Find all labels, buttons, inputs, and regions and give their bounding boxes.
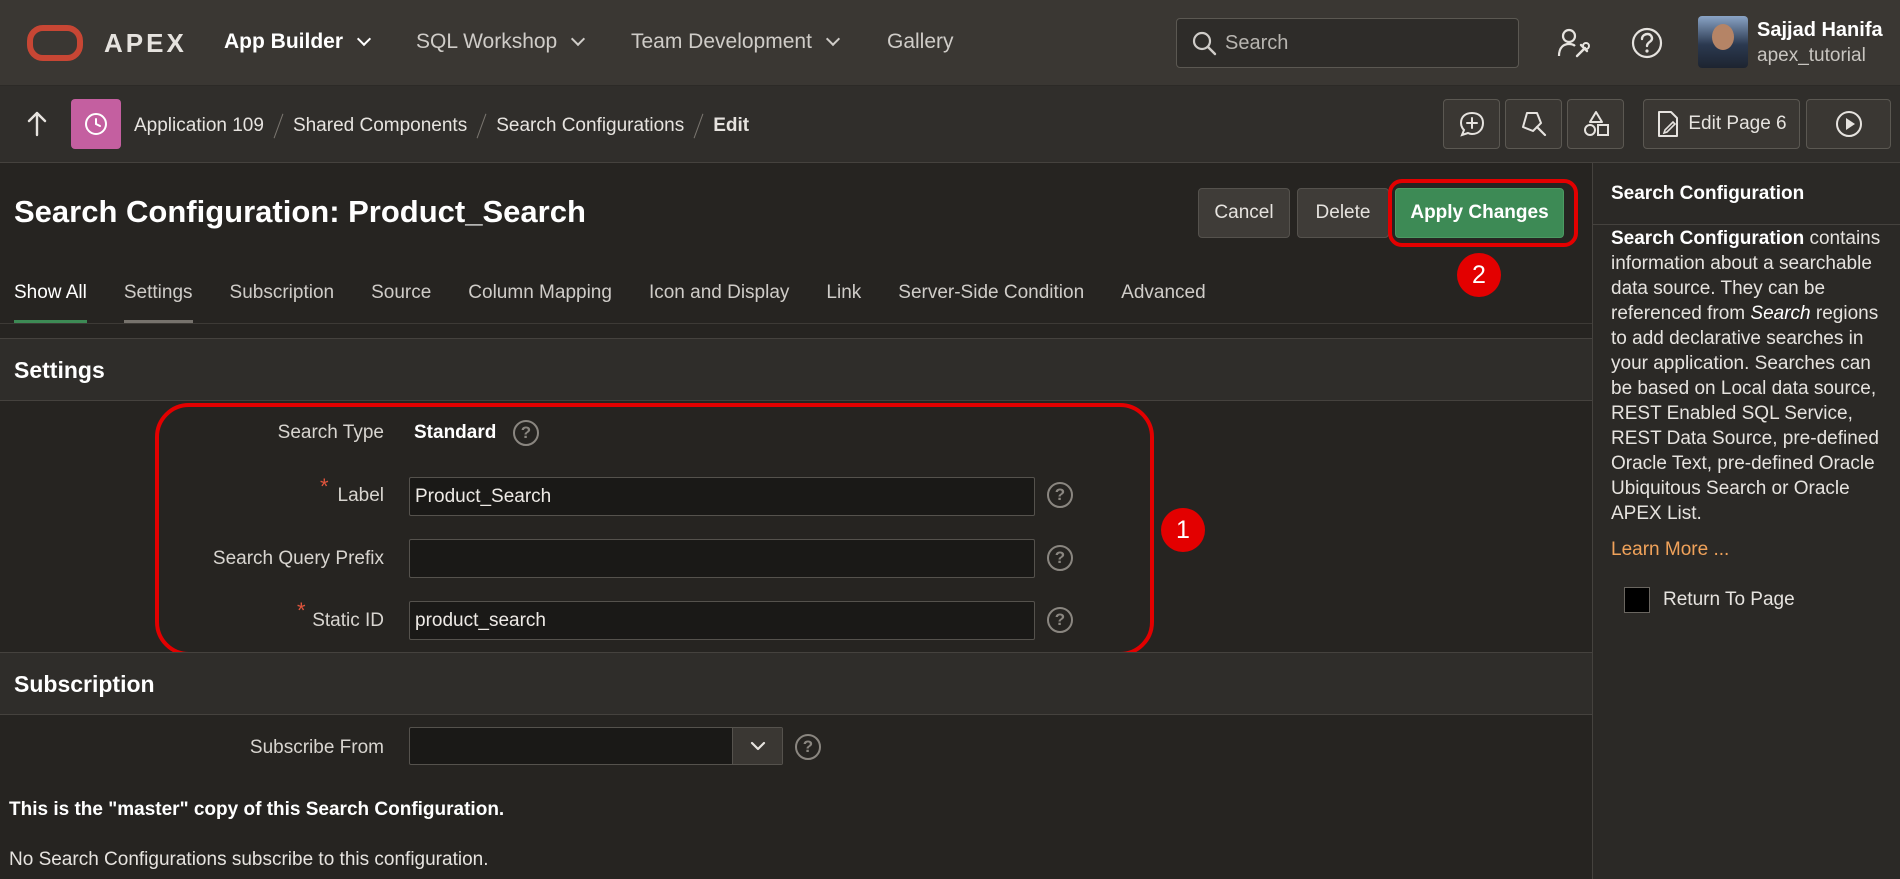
nav-team-development[interactable]: Team Development	[631, 30, 840, 54]
app-icon[interactable]	[71, 99, 121, 149]
return-to-page-checkbox[interactable]	[1624, 587, 1650, 613]
edit-page-label: Edit Page 6	[1688, 113, 1787, 134]
tab-link[interactable]: Link	[826, 282, 861, 324]
callout-highlight-apply	[1388, 179, 1578, 247]
chevron-down-icon	[356, 31, 372, 47]
pin-icon	[1521, 112, 1546, 137]
no-subscribers-note: No Search Configurations subscribe to th…	[9, 849, 489, 870]
tab-show-all[interactable]: Show All	[14, 282, 87, 324]
callout-number-2: 2	[1457, 253, 1501, 297]
breadcrumb-search-configurations[interactable]: Search Configurations	[496, 115, 684, 137]
shapes-icon	[1583, 111, 1609, 136]
help-body-strong: Search Configuration	[1611, 228, 1805, 249]
top-navigation-bar: APEX App Builder SQL Workshop Team Devel…	[0, 0, 1900, 86]
edit-page-button[interactable]: Edit Page 6	[1643, 99, 1800, 149]
play-icon	[1835, 111, 1862, 137]
user-gear-icon	[1557, 28, 1590, 58]
pin-button[interactable]	[1505, 99, 1562, 149]
nav-sql-workshop-label: SQL Workshop	[416, 30, 558, 53]
oracle-logo-icon[interactable]	[27, 25, 83, 61]
nav-app-builder-label: App Builder	[224, 30, 343, 53]
add-comment-button[interactable]	[1443, 99, 1500, 149]
delete-button[interactable]: Delete	[1297, 188, 1389, 238]
help-body-part-2: regions to add declarative searches in y…	[1611, 303, 1879, 524]
workspace-name: apex_tutorial	[1757, 45, 1866, 66]
settings-heading: Settings	[14, 357, 105, 383]
chevron-down-icon	[750, 741, 765, 751]
apex-logo-text[interactable]: APEX	[104, 28, 187, 59]
nav-gallery-label: Gallery	[887, 30, 954, 53]
tab-server-side-condition[interactable]: Server-Side Condition	[898, 282, 1084, 324]
shared-components-button[interactable]	[1567, 99, 1624, 149]
tab-settings[interactable]: Settings	[123, 282, 193, 324]
app-badge-icon	[85, 113, 107, 135]
help-icon	[1631, 27, 1663, 59]
help-panel: Search Configuration Search Configuratio…	[1592, 163, 1900, 879]
subscribe-from-label: Subscribe From	[249, 737, 384, 758]
subscription-section-header[interactable]: Subscription	[0, 652, 1592, 715]
callout-number-1: 1	[1161, 508, 1205, 552]
nav-app-builder[interactable]: App Builder	[224, 30, 372, 54]
breadcrumb-shared-components[interactable]: Shared Components	[293, 115, 467, 137]
breadcrumb-separator	[476, 113, 487, 139]
global-search[interactable]	[1176, 18, 1519, 68]
page-title: Search Configuration: Product_Search	[14, 194, 586, 229]
add-comment-icon	[1459, 111, 1484, 137]
breadcrumb-application[interactable]: Application 109	[134, 115, 264, 137]
return-to-page-label[interactable]: Return To Page	[1663, 589, 1795, 611]
arrow-up-icon[interactable]	[26, 110, 48, 138]
master-copy-note: This is the "master" copy of this Search…	[9, 799, 505, 820]
nav-gallery[interactable]: Gallery	[887, 30, 954, 54]
search-input[interactable]	[1225, 31, 1495, 55]
help-body-emphasis: Search	[1750, 303, 1811, 324]
chevron-down-icon	[571, 31, 586, 47]
avatar[interactable]	[1698, 16, 1748, 68]
tab-column-mapping[interactable]: Column Mapping	[468, 282, 612, 324]
breadcrumb: Application 109 Shared Components Search…	[134, 113, 749, 139]
search-icon	[1192, 31, 1217, 56]
help-panel-divider	[1593, 224, 1900, 225]
tab-source[interactable]: Source	[371, 282, 431, 324]
settings-section-header[interactable]: Settings	[0, 338, 1592, 401]
run-page-button[interactable]	[1806, 99, 1891, 149]
help-panel-body: Search Configuration contains informatio…	[1611, 226, 1891, 526]
user-gear-button[interactable]	[1554, 24, 1592, 62]
help-panel-title: Search Configuration	[1611, 183, 1805, 204]
edit-page-icon	[1658, 111, 1679, 137]
tab-subscription[interactable]: Subscription	[230, 282, 335, 324]
chevron-down-icon	[825, 31, 840, 47]
help-button[interactable]	[1628, 24, 1666, 62]
subscribe-from-dropdown-button[interactable]	[732, 728, 782, 764]
tabs-divider	[0, 323, 1592, 324]
learn-more-link[interactable]: Learn More ...	[1611, 539, 1729, 561]
subscription-heading: Subscription	[14, 671, 155, 697]
cancel-button[interactable]: Cancel	[1198, 188, 1290, 238]
tab-icon-and-display[interactable]: Icon and Display	[649, 282, 789, 324]
nav-team-development-label: Team Development	[631, 30, 812, 53]
callout-highlight-settings	[155, 403, 1154, 656]
breadcrumb-separator	[273, 113, 284, 139]
section-tabs: Show All Settings Subscription Source Co…	[14, 282, 1243, 324]
breadcrumb-bar: Application 109 Shared Components Search…	[0, 86, 1900, 163]
help-icon[interactable]: ?	[795, 734, 821, 760]
user-name[interactable]: Sajjad Hanifa	[1757, 19, 1883, 42]
breadcrumb-separator	[693, 113, 704, 139]
subscribe-from-select[interactable]	[409, 727, 783, 765]
tab-advanced[interactable]: Advanced	[1121, 282, 1206, 324]
nav-sql-workshop[interactable]: SQL Workshop	[416, 30, 586, 54]
breadcrumb-current: Edit	[713, 115, 750, 136]
